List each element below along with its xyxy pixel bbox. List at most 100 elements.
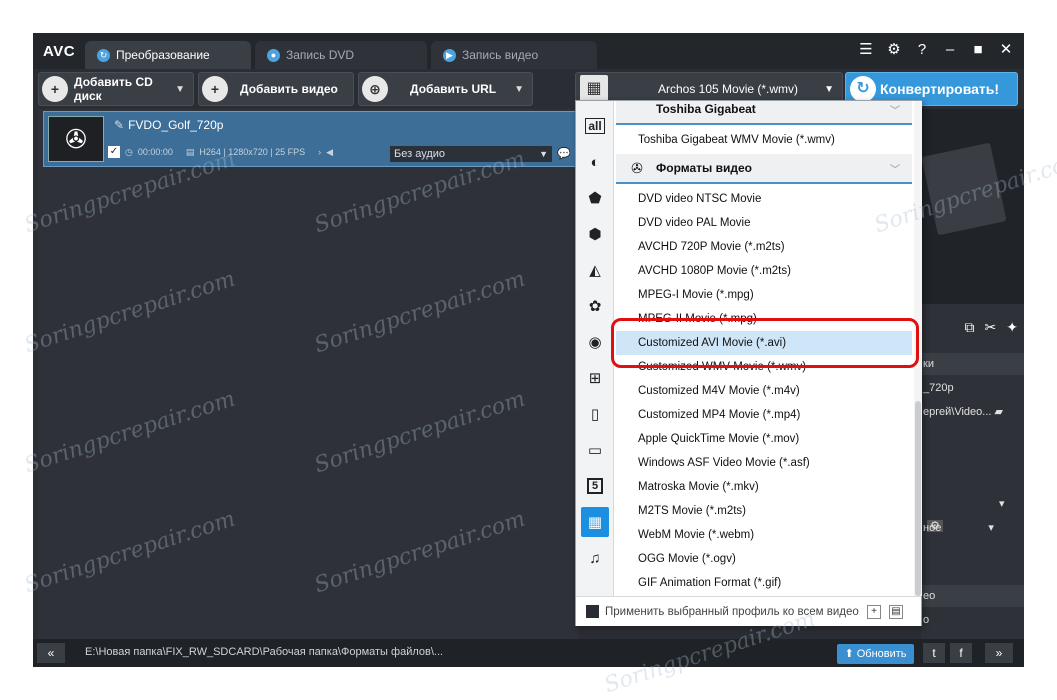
- list-item[interactable]: DVD video NTSC Movie: [616, 187, 912, 211]
- chevron-down-icon: ﹀: [890, 164, 900, 176]
- tab-record-label: Запись видео: [462, 48, 539, 62]
- arrow-up-icon: ⬆: [844, 648, 854, 660]
- tab-dvd[interactable]: ● Запись DVD: [255, 41, 427, 69]
- scrollbar-thumb[interactable]: [915, 401, 921, 596]
- lg-icon[interactable]: ◉: [581, 327, 609, 357]
- update-label: Обновить: [856, 648, 907, 660]
- audio-track-select[interactable]: Без аудио ▼: [390, 146, 552, 162]
- file-checkbox[interactable]: ✓: [108, 146, 120, 158]
- settings-row[interactable]: ное ▾: [921, 517, 1024, 539]
- close-icon[interactable]: ✕: [998, 41, 1014, 59]
- minimize-icon[interactable]: –: [942, 41, 958, 59]
- tab-record[interactable]: ▶ Запись видео: [431, 41, 597, 69]
- playstation-icon[interactable]: ◭: [581, 255, 609, 285]
- group-toshiba[interactable]: Toshiba Gigabeat ﹀: [616, 101, 912, 125]
- apply-all-checkbox[interactable]: [586, 605, 599, 618]
- chevron-down-icon[interactable]: ▼: [824, 84, 834, 95]
- html5-icon[interactable]: 5: [581, 471, 609, 501]
- collapse-button[interactable]: «: [37, 643, 65, 663]
- list-item[interactable]: DVD video PAL Movie: [616, 211, 912, 235]
- right-panel: ⧉ ✂ ✦ ки _720p ергей\Video... ▰ ▾ ⚙ ное …: [921, 109, 1024, 639]
- settings-row[interactable]: ▾ ⚙: [921, 493, 1024, 532]
- list-item[interactable]: WebM Movie (*.webm): [616, 523, 912, 547]
- chevron-down-icon[interactable]: ▼: [175, 84, 185, 95]
- list-item[interactable]: Windows ASF Video Movie (*.asf): [616, 451, 912, 475]
- list-item[interactable]: ✇ ✎ FVDO_Golf_720p ✓ ◷ 00:00:00 ▤ H264 | …: [43, 111, 578, 167]
- speaker-icon: ◀: [326, 146, 334, 157]
- scissors-icon[interactable]: ✂: [985, 319, 997, 343]
- file-name-text: FVDO_Golf_720p: [128, 118, 224, 132]
- group-video-formats[interactable]: ✇ Форматы видео ﹀: [616, 154, 912, 184]
- list-item[interactable]: Matroska Movie (*.mkv): [616, 475, 912, 499]
- settings-header: ки: [921, 353, 1024, 375]
- refresh-icon: ↻: [850, 76, 876, 102]
- category-all-icon[interactable]: all: [581, 111, 609, 141]
- status-bar: « E:\Новая папка\FIX_RW_SDCARD\Рабочая п…: [33, 639, 1024, 667]
- settings-row: ео: [921, 585, 1024, 607]
- profile-value: Archos 105 Movie (*.wmv): [658, 82, 799, 96]
- list-item[interactable]: AVCHD 720P Movie (*.m2ts): [616, 235, 912, 259]
- windows-icon[interactable]: ⊞: [581, 363, 609, 393]
- list-item[interactable]: OGG Movie (*.ogv): [616, 547, 912, 571]
- folder-icon[interactable]: ▰: [995, 406, 1003, 418]
- list-item[interactable]: MPEG-I Movie (*.mpg): [616, 283, 912, 307]
- add-url-button[interactable]: ⊕ Добавить URL ▼: [358, 72, 533, 106]
- twitter-icon[interactable]: t: [923, 643, 945, 663]
- list-item[interactable]: GIF Animation Format (*.gif): [616, 571, 912, 595]
- settings-row: о: [923, 614, 930, 626]
- window-controls: ☰ ⚙ ? – ■ ✕: [858, 41, 1014, 59]
- mobile-phone-icon[interactable]: ▯: [581, 399, 609, 429]
- notes-icon[interactable]: ☰: [858, 41, 874, 59]
- list-item[interactable]: Toshiba Gigabeat WMV Movie (*.wmv): [616, 128, 912, 152]
- add-cd-label: Добавить CD диск: [74, 75, 153, 103]
- output-path: E:\Новая папка\FIX_RW_SDCARD\Рабочая пап…: [85, 646, 444, 658]
- category-column: all ◐ ⬟ ⬢ ◭ ✿ ◉ ⊞ ▯ ▭ 5 ▦ ♫: [576, 101, 614, 596]
- tab-convert[interactable]: ↻ Преобразование: [85, 41, 251, 69]
- subtitle-icon[interactable]: 💬: [557, 147, 571, 160]
- help-icon[interactable]: ?: [914, 41, 930, 59]
- chevron-down-icon[interactable]: ▾: [999, 498, 1005, 510]
- settings-row[interactable]: ергей\Video... ▰: [921, 401, 1024, 423]
- file-codec-info: H264 | 1280x720 | 25 FPS: [199, 147, 306, 157]
- list-item[interactable]: Customized M4V Movie (*.m4v): [616, 379, 912, 403]
- maximize-icon[interactable]: ■: [970, 41, 986, 59]
- preview-area: [921, 109, 1024, 304]
- film-icon: ▦: [580, 75, 608, 103]
- tab-dvd-label: Запись DVD: [286, 48, 355, 62]
- update-button[interactable]: ⬆ Обновить: [837, 644, 914, 664]
- huawei-icon[interactable]: ✿: [581, 291, 609, 321]
- list-item[interactable]: AVCHD 1080P Movie (*.m2ts): [616, 259, 912, 283]
- android-samsung-icon[interactable]: ⬟: [581, 183, 609, 213]
- add-film-icon: +: [202, 76, 228, 102]
- film-reel-icon: ✇: [48, 116, 104, 162]
- play-icon: ▶: [443, 48, 456, 62]
- pencil-icon[interactable]: ✎: [114, 118, 124, 132]
- add-cd-button[interactable]: + Добавить CD диск ▼: [38, 72, 194, 106]
- add-video-button[interactable]: + Добавить видео: [198, 72, 354, 106]
- effects-icon[interactable]: ✦: [1006, 319, 1018, 343]
- apple-icon[interactable]: ◐: [581, 147, 609, 177]
- app-logo: AVC: [43, 43, 76, 60]
- chevron-down-icon[interactable]: ▼: [514, 84, 524, 95]
- music-icon[interactable]: ♫: [581, 543, 609, 573]
- convert-label: Конвертировать!: [880, 81, 1000, 97]
- expand-button[interactable]: »: [985, 643, 1013, 663]
- settings-row-value: ное: [923, 522, 942, 534]
- edit-toolbar: ⧉ ✂ ✦: [921, 319, 1024, 343]
- add-video-label: Добавить видео: [240, 82, 338, 96]
- save-profile-icon[interactable]: ▤: [889, 604, 903, 619]
- crop-icon[interactable]: ⧉: [965, 319, 975, 343]
- gear-icon[interactable]: ⚙: [886, 41, 902, 59]
- facebook-icon[interactable]: f: [950, 643, 972, 663]
- category-all-label: all: [585, 118, 605, 134]
- android-icon[interactable]: ⬢: [581, 219, 609, 249]
- chevron-down-icon: ﹀: [890, 105, 900, 117]
- list-item[interactable]: Apple QuickTime Movie (*.mov): [616, 427, 912, 451]
- clock-icon: ◷: [125, 146, 133, 157]
- list-item[interactable]: Customized MP4 Movie (*.mp4): [616, 403, 912, 427]
- video-icon[interactable]: ▦: [581, 507, 609, 537]
- list-item[interactable]: M2TS Movie (*.m2ts): [616, 499, 912, 523]
- tv-icon[interactable]: ▭: [581, 435, 609, 465]
- disc-icon: ●: [267, 48, 280, 62]
- add-profile-icon[interactable]: +: [867, 604, 881, 619]
